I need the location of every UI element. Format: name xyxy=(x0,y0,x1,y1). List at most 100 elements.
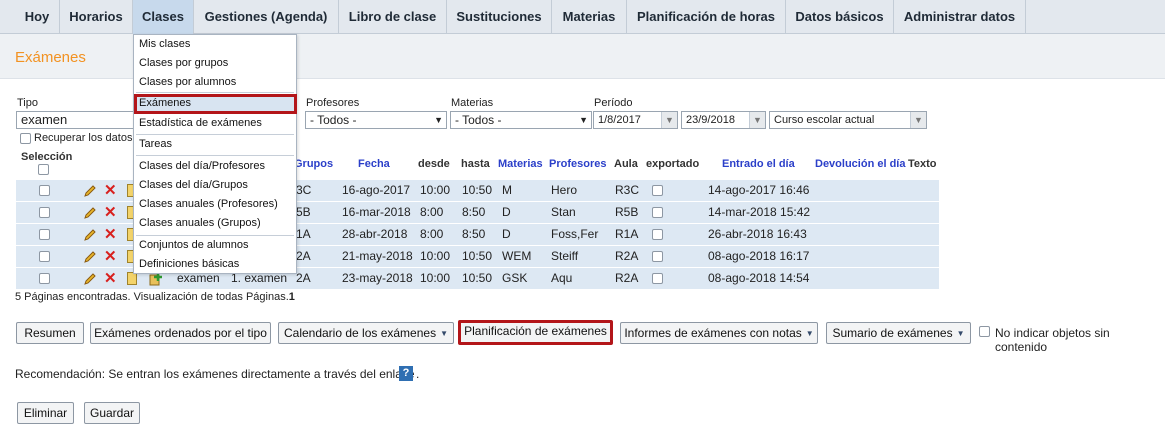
header-exportado: exportado xyxy=(646,158,700,170)
menu-item-clases-anuales-grupos[interactable]: Clases anuales (Grupos) xyxy=(139,217,261,229)
menu-item-clases-anuales-profesores[interactable]: Clases anuales (Profesores) xyxy=(139,198,278,210)
curso-value: Curso escolar actual xyxy=(774,114,875,126)
cell-grupo: 2A xyxy=(296,249,311,263)
cell-aula: R1A xyxy=(615,227,639,241)
header-devolucion[interactable]: Devolución el día xyxy=(815,158,905,170)
cell-entrado: 08-ago-2018 14:54 xyxy=(708,271,810,285)
header-fecha[interactable]: Fecha xyxy=(358,158,390,170)
nav-administrar-datos[interactable]: Administrar datos xyxy=(894,0,1026,34)
periodo-label: Período xyxy=(594,97,633,109)
menu-divider xyxy=(136,134,294,135)
menu-item-estadistica[interactable]: Estadística de exámenes xyxy=(139,117,262,129)
recuperar-label: Recuperar los datos xyxy=(34,132,133,144)
sumario-button[interactable]: Sumario de exámenes ▼ xyxy=(826,322,971,344)
nav-datos-basicos[interactable]: Datos básicos xyxy=(786,0,894,34)
nav-gestiones[interactable]: Gestiones (Agenda) xyxy=(194,0,339,34)
cell-entrado: 14-mar-2018 15:42 xyxy=(708,205,811,219)
nav-materias[interactable]: Materias xyxy=(552,0,627,34)
header-grupos[interactable]: Grupos xyxy=(294,158,333,170)
footer-page-link[interactable]: 1 xyxy=(289,291,295,303)
menu-item-clases-dia-profesores[interactable]: Clases del día/Profesores xyxy=(139,160,265,172)
menu-item-mis-clases[interactable]: Mis clases xyxy=(139,38,190,50)
chevron-down-icon[interactable]: ▼ xyxy=(910,112,926,128)
cell-materia: M xyxy=(502,183,512,197)
exportado-checkbox[interactable] xyxy=(652,207,663,218)
exportado-checkbox[interactable] xyxy=(652,229,663,240)
no-indicar-checkbox[interactable] xyxy=(979,326,990,337)
menu-item-clases-por-grupos[interactable]: Clases por grupos xyxy=(139,57,228,69)
cell-materia: D xyxy=(502,227,511,241)
menu-item-clases-dia-grupos[interactable]: Clases del día/Grupos xyxy=(139,179,248,191)
resumen-button[interactable]: Resumen xyxy=(16,322,84,344)
delete-icon[interactable]: ✕ xyxy=(104,205,117,220)
header-entrado[interactable]: Entrado el día xyxy=(722,158,795,170)
chevron-down-icon[interactable]: ▼ xyxy=(749,112,765,128)
menu-item-definiciones-basicas[interactable]: Definiciones básicas xyxy=(139,258,239,270)
cell-desde: 8:00 xyxy=(420,205,444,219)
delete-icon[interactable]: ✕ xyxy=(104,271,117,286)
header-profesores[interactable]: Profesores xyxy=(549,158,606,170)
tipo-value: examen xyxy=(21,112,68,127)
delete-icon[interactable]: ✕ xyxy=(104,183,117,198)
nav-planificacion-de-horas[interactable]: Planificación de horas xyxy=(627,0,786,34)
date-to-field[interactable]: 23/9/2018 ▼ xyxy=(681,111,766,129)
cell-grupo: 5B xyxy=(296,205,311,219)
informes-button[interactable]: Informes de exámenes con notas ▼ xyxy=(620,322,818,344)
header-materias[interactable]: Materias xyxy=(498,158,543,170)
menu-item-conjuntos-alumnos[interactable]: Conjuntos de alumnos xyxy=(139,239,248,251)
pencil-icon[interactable] xyxy=(83,228,97,242)
help-icon[interactable]: ? xyxy=(399,366,413,381)
exportado-checkbox[interactable] xyxy=(652,185,663,196)
pencil-icon[interactable] xyxy=(83,250,97,264)
nav-clases[interactable]: Clases xyxy=(133,0,194,34)
guardar-button[interactable]: Guardar xyxy=(84,402,140,424)
row-select-checkbox[interactable] xyxy=(39,229,50,240)
eliminar-button[interactable]: Eliminar xyxy=(17,402,74,424)
date-from-field[interactable]: 1/8/2017 ▼ xyxy=(593,111,678,129)
exportado-checkbox[interactable] xyxy=(652,251,663,262)
cell-hasta: 10:50 xyxy=(462,249,493,263)
menu-divider xyxy=(136,92,294,93)
row-select-checkbox[interactable] xyxy=(39,273,50,284)
examenes-ordenados-button[interactable]: Exámenes ordenados por el tipo xyxy=(90,322,271,344)
cell-grupo: 3C xyxy=(296,183,312,197)
nav-sustituciones[interactable]: Sustituciones xyxy=(447,0,552,34)
chevron-down-icon[interactable]: ▼ xyxy=(661,112,677,128)
seleccion-header: Selección xyxy=(21,151,73,163)
pencil-icon[interactable] xyxy=(83,272,97,286)
pencil-icon[interactable] xyxy=(83,206,97,220)
nav-libro-de-clase[interactable]: Libro de clase xyxy=(339,0,447,34)
row-select-checkbox[interactable] xyxy=(39,207,50,218)
menu-item-tareas[interactable]: Tareas xyxy=(139,138,172,150)
delete-icon[interactable]: ✕ xyxy=(104,249,117,264)
exportado-checkbox[interactable] xyxy=(652,273,663,284)
recuperar-checkbox[interactable] xyxy=(20,133,31,144)
cell-entrado: 26-abr-2018 16:43 xyxy=(708,227,807,241)
nav-hoy[interactable]: Hoy xyxy=(15,0,60,34)
tipo-select[interactable]: examen xyxy=(16,111,136,129)
select-all-checkbox[interactable] xyxy=(38,164,49,175)
clases-dropdown-menu: Mis clases Clases por grupos Clases por … xyxy=(133,34,297,274)
informes-label: Informes de exámenes con notas xyxy=(624,326,802,340)
row-select-checkbox[interactable] xyxy=(39,185,50,196)
row-select-checkbox[interactable] xyxy=(39,251,50,262)
delete-icon[interactable]: ✕ xyxy=(104,227,117,242)
pencil-icon[interactable] xyxy=(83,184,97,198)
nav-horarios[interactable]: Horarios xyxy=(60,0,133,34)
curso-select[interactable]: Curso escolar actual ▼ xyxy=(769,111,927,129)
menu-item-examenes[interactable]: Exámenes xyxy=(139,97,191,109)
cell-fecha: 16-ago-2017 xyxy=(342,183,411,197)
cell-profesor: Steiff xyxy=(551,249,579,263)
calendario-button[interactable]: Calendario de los exámenes ▼ xyxy=(278,322,454,344)
profesores-label: Profesores xyxy=(306,97,360,109)
materias-select[interactable]: - Todos - ▼ xyxy=(450,111,592,129)
profesores-value: - Todos - xyxy=(310,113,357,127)
cell-grupo: 1A xyxy=(296,227,311,241)
planificacion-button[interactable]: Planificación de exámenes xyxy=(458,320,613,345)
cell-profesor: Stan xyxy=(551,205,576,219)
cell-entrado: 08-ago-2018 16:17 xyxy=(708,249,810,263)
profesores-select[interactable]: - Todos - ▼ xyxy=(305,111,447,129)
menu-item-clases-por-alumnos[interactable]: Clases por alumnos xyxy=(139,76,236,88)
menu-divider xyxy=(136,235,294,236)
cell-hasta: 10:50 xyxy=(462,271,493,285)
